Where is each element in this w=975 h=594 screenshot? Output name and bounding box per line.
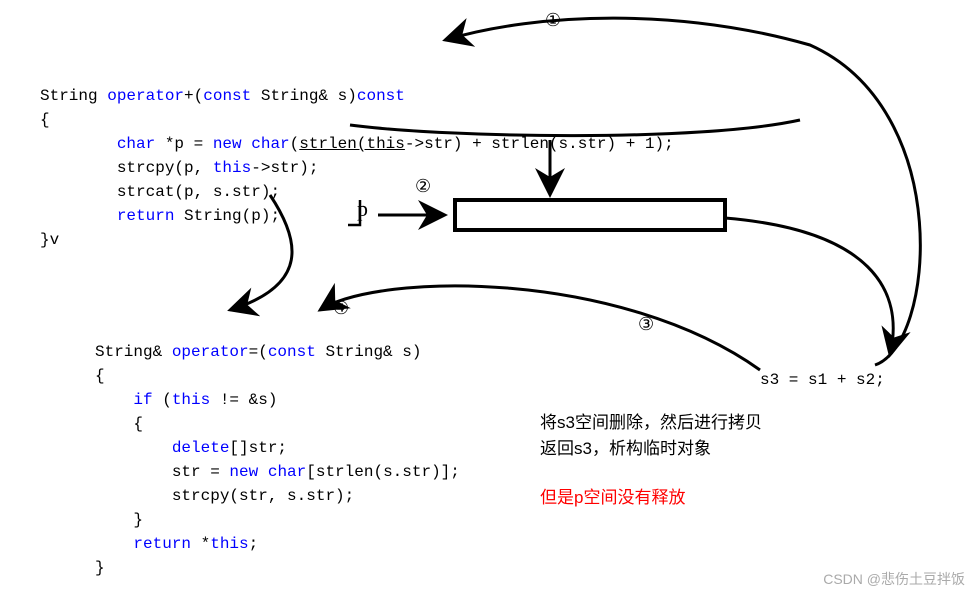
code-text: []str; bbox=[229, 439, 287, 457]
keyword-return: return bbox=[117, 207, 175, 225]
code-text: String(p); bbox=[174, 207, 280, 225]
note-line-1: 将s3空间删除，然后进行拷贝 bbox=[540, 410, 762, 436]
keyword-char: char bbox=[117, 135, 155, 153]
keyword-char: char bbox=[268, 463, 306, 481]
keyword-operator: operator bbox=[107, 87, 184, 105]
p-label: p bbox=[357, 196, 368, 222]
keyword-const: const bbox=[357, 87, 405, 105]
code-text: * bbox=[191, 535, 210, 553]
label-2: ② bbox=[415, 176, 431, 197]
code-block-1: String operator+(const String& s)const {… bbox=[40, 60, 674, 252]
label-1: ① bbox=[545, 10, 561, 31]
keyword-this: this bbox=[172, 391, 210, 409]
code-text bbox=[95, 535, 133, 553]
code-text: ( bbox=[153, 391, 172, 409]
code-text: { bbox=[95, 415, 143, 433]
label-3: ③ bbox=[638, 314, 654, 335]
code-block-2: String& operator=(const String& s) { if … bbox=[95, 316, 460, 580]
code-text bbox=[40, 135, 117, 153]
code-text bbox=[95, 439, 172, 457]
keyword-delete: delete bbox=[172, 439, 230, 457]
keyword-this: this bbox=[213, 159, 251, 177]
code-text bbox=[258, 463, 268, 481]
expression: s3 = s1 + s2; bbox=[760, 368, 885, 392]
note-warning: 但是p空间没有释放 bbox=[540, 485, 685, 511]
code-text: +( bbox=[184, 87, 203, 105]
keyword-operator: operator bbox=[172, 343, 249, 361]
code-text: *p = bbox=[155, 135, 213, 153]
keyword-new: new bbox=[229, 463, 258, 481]
arrow-3 bbox=[725, 218, 893, 355]
keyword-return: return bbox=[133, 535, 191, 553]
code-text: { bbox=[40, 111, 50, 129]
code-text: String& s) bbox=[251, 87, 357, 105]
code-text: String& s) bbox=[316, 343, 422, 361]
code-text bbox=[242, 135, 252, 153]
code-text: strcpy(str, s.str); bbox=[95, 487, 354, 505]
code-text: =( bbox=[249, 343, 268, 361]
code-text: ->str) + strlen(s.str) + 1); bbox=[405, 135, 674, 153]
watermark: CSDN @悲伤土豆拌饭 bbox=[823, 569, 965, 589]
code-text: } bbox=[95, 511, 143, 529]
code-text: != &s) bbox=[210, 391, 277, 409]
keyword-new: new bbox=[213, 135, 242, 153]
code-text: str = bbox=[95, 463, 229, 481]
code-text: } bbox=[95, 559, 105, 577]
keyword-char: char bbox=[251, 135, 289, 153]
code-text: { bbox=[95, 367, 105, 385]
code-text bbox=[95, 391, 133, 409]
code-text: ; bbox=[249, 535, 259, 553]
keyword-const: const bbox=[203, 87, 251, 105]
underlined-code: strlen(this bbox=[299, 135, 405, 153]
code-text: strcpy(p, bbox=[40, 159, 213, 177]
code-text: [strlen(s.str)]; bbox=[306, 463, 460, 481]
code-text: String& bbox=[95, 343, 172, 361]
code-text: ->str); bbox=[251, 159, 318, 177]
code-text: ( bbox=[290, 135, 300, 153]
note-line-2: 返回s3，析构临时对象 bbox=[540, 436, 711, 462]
code-text: }v bbox=[40, 231, 59, 249]
code-text: strcat(p, s.str); bbox=[40, 183, 280, 201]
keyword-this: this bbox=[210, 535, 248, 553]
code-text bbox=[40, 207, 117, 225]
code-text: String bbox=[40, 87, 107, 105]
keyword-if: if bbox=[133, 391, 152, 409]
keyword-const: const bbox=[268, 343, 316, 361]
